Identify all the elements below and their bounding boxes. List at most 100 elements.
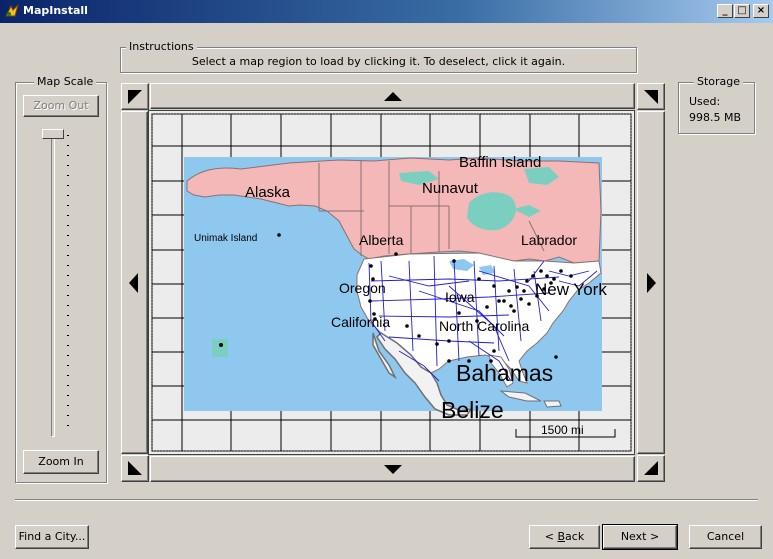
pan-east-button[interactable]	[637, 111, 665, 454]
scale-bar-label: 1500 mi	[541, 423, 584, 437]
slider-tick	[67, 205, 69, 206]
map-tile[interactable]	[151, 351, 183, 387]
mapinstall-app-icon	[5, 3, 19, 17]
close-button[interactable]: ×	[753, 4, 769, 18]
city-dot	[554, 355, 558, 359]
slider-tick	[67, 325, 69, 326]
slider-tick	[67, 375, 69, 376]
city-dot	[502, 299, 506, 303]
map-tile[interactable]	[280, 419, 332, 452]
slider-tick	[67, 345, 69, 346]
map-tile[interactable]	[330, 419, 382, 452]
city-dot	[512, 309, 516, 313]
map-tile[interactable]	[380, 113, 431, 147]
map-tile[interactable]	[479, 419, 531, 452]
map-tile[interactable]	[330, 113, 382, 147]
city-dot	[527, 302, 531, 306]
pan-west-button[interactable]	[121, 111, 148, 454]
city-dot	[539, 269, 543, 273]
zoom-slider-track[interactable]	[51, 135, 55, 437]
map-tile[interactable]	[181, 113, 232, 147]
slider-tick	[67, 355, 69, 356]
slider-tick	[67, 295, 69, 296]
slider-tick	[67, 425, 69, 426]
label-belize: Belize	[441, 397, 504, 423]
pan-north-button[interactable]	[150, 83, 635, 109]
arrow-southeast-icon	[644, 461, 658, 475]
city-dot	[569, 274, 573, 278]
map-tile[interactable]	[380, 419, 431, 452]
map-tile[interactable]	[578, 113, 632, 147]
label-alaska: Alaska	[245, 184, 291, 201]
city-dot	[417, 334, 421, 338]
map-tile[interactable]	[230, 113, 282, 147]
city-dot	[522, 289, 526, 293]
slider-tick	[67, 415, 69, 416]
arrow-down-icon	[384, 465, 402, 474]
map-tile[interactable]	[151, 419, 183, 452]
city-dot	[435, 342, 439, 346]
map-tile[interactable]	[151, 249, 183, 285]
arrow-northeast-icon	[644, 90, 658, 104]
map-tile[interactable]	[151, 385, 183, 421]
city-dot	[515, 285, 519, 289]
map-hawaii-tile[interactable]	[212, 339, 228, 357]
city-dot	[452, 259, 456, 263]
map-tile[interactable]	[151, 283, 183, 319]
slider-tick	[67, 305, 69, 306]
map-tile[interactable]	[280, 113, 332, 147]
window-title: MapInstall	[23, 4, 88, 17]
find-city-button[interactable]: Find a City...	[15, 525, 89, 549]
map-tile[interactable]	[429, 419, 481, 452]
storage-used-value: 998.5 MB	[689, 111, 742, 124]
map-tile[interactable]	[151, 145, 183, 182]
zoom-in-button[interactable]: Zoom In	[23, 450, 99, 474]
footer-separator	[15, 499, 758, 501]
instructions-label: Instructions	[126, 40, 197, 53]
map-tile[interactable]	[151, 180, 183, 216]
label-bahamas: Bahamas	[456, 360, 553, 386]
back-button[interactable]: < Back	[529, 525, 600, 549]
zoom-out-button[interactable]: Zoom Out	[23, 95, 99, 117]
zoom-slider-thumb[interactable]	[42, 129, 64, 139]
map-tile[interactable]	[529, 113, 580, 147]
slider-tick	[67, 405, 69, 406]
city-dot	[457, 311, 461, 315]
city-dot	[509, 304, 513, 308]
label-alberta: Alberta	[359, 232, 404, 248]
map-tile[interactable]	[151, 214, 183, 251]
pan-south-button[interactable]	[150, 456, 635, 482]
minimize-button[interactable]: _	[717, 4, 733, 18]
pan-southwest-button[interactable]	[121, 455, 149, 482]
slider-tick	[67, 265, 69, 266]
map-tile[interactable]	[151, 317, 183, 353]
map-canvas[interactable]: Baffin Island Alaska Nunavut Unimak Isla…	[149, 111, 634, 454]
cancel-button[interactable]: Cancel	[689, 525, 762, 549]
slider-tick	[67, 255, 69, 256]
pan-southeast-button[interactable]	[637, 455, 665, 482]
map-tile[interactable]	[181, 419, 232, 452]
slider-tick	[67, 135, 69, 136]
map-tile[interactable]	[578, 419, 632, 452]
map-tile[interactable]	[429, 113, 481, 147]
city-dot	[492, 349, 496, 353]
next-button[interactable]: Next >	[602, 524, 678, 550]
slider-tick	[67, 225, 69, 226]
arrow-left-icon	[129, 273, 138, 293]
map-tile[interactable]	[479, 113, 531, 147]
pan-northeast-button[interactable]	[637, 83, 665, 110]
city-dot	[519, 297, 523, 301]
arrow-northwest-icon	[128, 90, 142, 104]
arrow-right-icon	[647, 273, 656, 293]
city-dot	[545, 274, 549, 278]
map-tile[interactable]	[151, 113, 183, 147]
label-north-carolina: North Carolina	[439, 318, 529, 334]
maximize-button[interactable]: □	[734, 4, 750, 18]
title-bar[interactable]: MapInstall _ □ ×	[0, 0, 773, 23]
map-tile[interactable]	[230, 419, 282, 452]
pan-northwest-button[interactable]	[121, 83, 149, 110]
instructions-text: Select a map region to load by clicking …	[191, 55, 566, 68]
slider-tick	[67, 155, 69, 156]
label-new-york: New York	[535, 280, 607, 299]
map-view[interactable]: Baffin Island Alaska Nunavut Unimak Isla…	[148, 110, 635, 455]
